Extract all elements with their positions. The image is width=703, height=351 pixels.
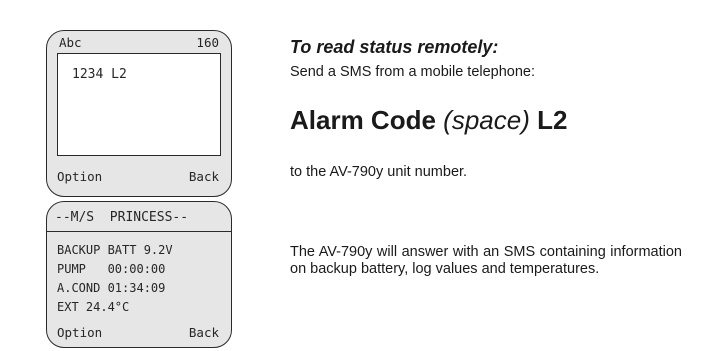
sms-command: Alarm Code (space) L2	[290, 105, 567, 136]
reply-description: The AV-790y will answer with an SMS cont…	[290, 244, 682, 278]
send-sms-instruction: Send a SMS from a mobile telephone:	[290, 64, 536, 80]
character-counter: 160	[196, 35, 219, 50]
message-text: 1234 L2	[72, 67, 127, 82]
back-softkey[interactable]: Back	[189, 170, 219, 184]
command-space: (space)	[443, 105, 530, 135]
back-softkey[interactable]: Back	[189, 326, 219, 340]
exterior-temp-line: EXT 24.4°C	[57, 300, 130, 314]
aircon-line: A.COND 01:34:09	[57, 281, 166, 295]
option-softkey[interactable]: Option	[57, 170, 102, 184]
section-heading: To read status remotely:	[290, 37, 499, 57]
message-box[interactable]: 1234 L2	[57, 53, 221, 156]
unit-number-instruction: to the AV-790y unit number.	[290, 164, 468, 180]
title-divider	[47, 231, 231, 232]
pump-line: PUMP 00:00:00	[57, 262, 166, 276]
option-softkey[interactable]: Option	[57, 326, 102, 340]
status-title: --M/S PRINCESS--	[55, 210, 189, 225]
phone-screen-status: --M/S PRINCESS-- BACKUP BATT 9.2V PUMP 0…	[46, 201, 232, 348]
command-alarm-code: Alarm Code	[290, 105, 436, 135]
input-mode-indicator: Abc	[59, 35, 82, 50]
command-l2: L2	[537, 105, 568, 135]
phone-screen-message: Abc 160 1234 L2 Option Back	[46, 30, 232, 197]
backup-battery-line: BACKUP BATT 9.2V	[57, 243, 173, 257]
